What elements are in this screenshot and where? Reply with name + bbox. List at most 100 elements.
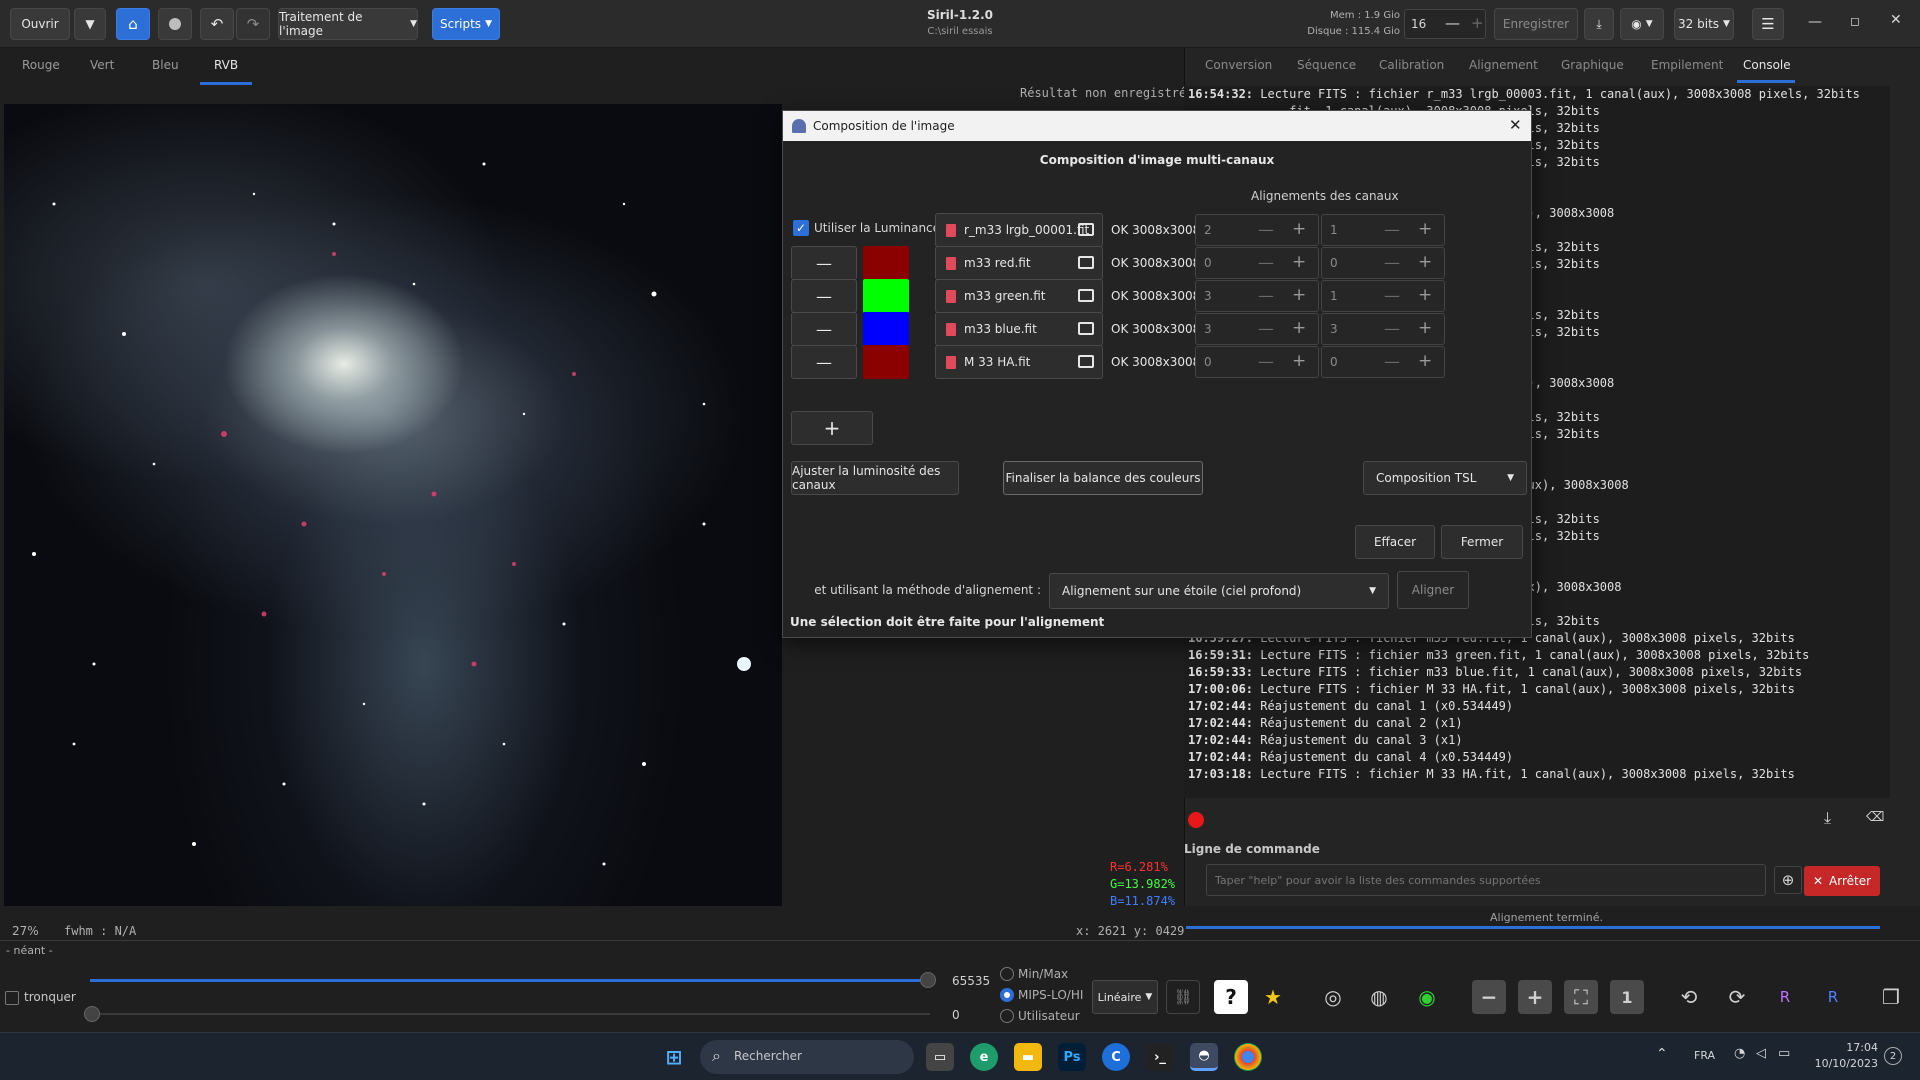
clear-log-icon[interactable]: ⌫ [1866,810,1884,825]
zoom-out-icon[interactable]: − [1472,980,1506,1014]
mirror-x-icon[interactable]: R [1768,980,1802,1014]
x-offset-spinner[interactable]: 2 — + [1195,214,1319,246]
minus-icon[interactable]: — [1258,286,1274,305]
mirror-y-icon[interactable]: R [1816,980,1850,1014]
plus-icon[interactable]: + [1418,351,1432,371]
y-offset-spinner[interactable]: 0 — + [1321,247,1445,279]
chrome-icon[interactable] [1234,1043,1262,1071]
language-indicator[interactable]: FRA [1694,1049,1715,1062]
image-canvas[interactable] [4,104,782,906]
scripts-menu[interactable]: Scripts ▼ [432,8,500,40]
file-explorer-icon[interactable]: ▬ [1014,1043,1042,1071]
chevron-up-icon[interactable]: ⌃ [1656,1046,1668,1062]
rotate-right-icon[interactable]: ⟳ [1720,980,1754,1014]
taskbar-search[interactable]: ⌕ Rechercher [700,1040,914,1074]
x-offset-spinner[interactable]: 3 — + [1195,280,1319,312]
zoom-in-icon[interactable]: + [1518,980,1552,1014]
x-offset-spinner[interactable]: 0 — + [1195,346,1319,378]
min-slider[interactable] [90,1013,930,1015]
channel-file-chooser[interactable]: m33 blue.fit [935,312,1103,346]
threads-spinner[interactable]: 16 — + [1404,9,1486,39]
x-offset-spinner[interactable]: 3 — + [1195,313,1319,345]
radio-minmax[interactable] [1000,967,1014,981]
channel-color-swatch[interactable] [863,246,909,280]
redo-button[interactable]: ↷ [236,8,270,40]
tab-calibration[interactable]: Calibration [1379,58,1444,72]
y-offset-spinner[interactable]: 1 — + [1321,214,1445,246]
stop-button[interactable] [158,8,192,40]
tab-conversion[interactable]: Conversion [1205,58,1272,72]
target-icon[interactable]: ◉ [1410,980,1444,1014]
help-button[interactable]: ⊕ [1774,866,1802,894]
adjust-luminosity-button[interactable]: Ajuster la luminosité des canaux [791,461,959,495]
star-icon[interactable]: ★ [1256,980,1290,1014]
save-log-icon[interactable]: ⤓ [1824,808,1831,828]
save-button[interactable]: Enregistrer [1494,8,1578,40]
channel-file-chooser[interactable]: M 33 HA.fit [935,345,1103,379]
align-button[interactable]: Aligner [1397,571,1469,609]
minus-icon[interactable]: — [1384,352,1400,371]
remove-channel-button[interactable]: — [791,312,857,346]
max-slider-handle[interactable] [920,972,936,988]
y-offset-spinner[interactable]: 3 — + [1321,313,1445,345]
y-offset-spinner[interactable]: 1 — + [1321,280,1445,312]
record-icon[interactable] [1188,812,1204,828]
image-processing-menu[interactable]: Traitement de l'image ▼ [278,8,418,40]
tab-green[interactable]: Vert [90,58,114,72]
crop-checkbox[interactable] [5,991,19,1005]
remove-channel-button[interactable]: — [791,279,857,313]
ccleaner-icon[interactable]: C [1102,1043,1130,1071]
minus-icon[interactable]: — [1384,319,1400,338]
channel-color-swatch[interactable] [863,279,909,313]
plus-icon[interactable]: + [1418,219,1432,239]
maximize-button[interactable]: ◻ [1850,14,1860,28]
channel-color-swatch[interactable] [863,345,909,379]
plus-icon[interactable]: + [1292,318,1306,338]
open-button[interactable]: Ouvrir [10,8,70,40]
remove-channel-button[interactable]: — [791,246,857,280]
stretch-dropdown[interactable]: Linéaire ▼ [1092,980,1158,1014]
channel-file-chooser[interactable]: m33 red.fit [935,246,1103,280]
minus-icon[interactable]: — [1445,14,1460,32]
plus-icon[interactable]: + [1292,351,1306,371]
zoom-100-icon[interactable]: 1 [1610,980,1644,1014]
zoom-fit-icon[interactable]: ⛶ [1564,980,1598,1014]
terminal-icon[interactable]: ›_ [1146,1043,1174,1071]
photoshop-icon[interactable]: Ps [1058,1043,1086,1071]
bitdepth-dropdown[interactable]: 32 bits ▼ [1674,8,1734,40]
plus-icon[interactable]: + [1418,318,1432,338]
undo-button[interactable]: ↶ [200,8,234,40]
plus-icon[interactable]: + [1292,252,1306,272]
close-icon[interactable]: ✕ [1509,116,1522,134]
wifi-icon[interactable]: ◔ [1734,1046,1745,1061]
channel-color-swatch[interactable] [863,312,909,346]
minus-icon[interactable]: — [1258,319,1274,338]
windows-icon[interactable]: ❐ [1874,980,1908,1014]
x-offset-spinner[interactable]: 0 — + [1195,247,1319,279]
close-button[interactable]: Fermer [1441,525,1523,559]
close-window-button[interactable]: ✕ [1890,12,1902,28]
tab-blue[interactable]: Bleu [152,58,179,72]
command-input[interactable] [1206,864,1766,896]
siril-taskbar-icon[interactable]: ◓ [1190,1043,1218,1071]
negative-view-icon[interactable]: ? [1214,980,1248,1014]
hamburger-menu-button[interactable]: ☰ [1752,8,1784,40]
globe-icon[interactable]: ◍ [1362,980,1396,1014]
plus-icon[interactable]: + [1418,285,1432,305]
photometry-icon[interactable]: ◎ [1316,980,1350,1014]
tab-registration[interactable]: Alignement [1469,58,1538,72]
task-view-icon[interactable]: ▭ [926,1043,954,1071]
clock-time[interactable]: 17:04 [1808,1041,1878,1054]
alignment-method-dropdown[interactable]: Alignement sur une étoile (ciel profond)… [1049,573,1389,609]
remove-channel-button[interactable]: — [791,345,857,379]
link-icon[interactable]: ⛓ [1166,980,1200,1014]
tab-sequence[interactable]: Séquence [1297,58,1356,72]
battery-icon[interactable]: ▭ [1778,1046,1790,1061]
finalize-color-balance-button[interactable]: Finaliser la balance des couleurs [1003,461,1203,495]
tab-red[interactable]: Rouge [22,58,60,72]
tab-stacking[interactable]: Empilement [1651,58,1723,72]
channel-file-chooser[interactable]: r_m33 lrgb_00001.fit [935,213,1103,247]
tab-console[interactable]: Console [1743,58,1791,72]
minus-icon[interactable]: — [1384,286,1400,305]
minus-icon[interactable]: — [1384,220,1400,239]
